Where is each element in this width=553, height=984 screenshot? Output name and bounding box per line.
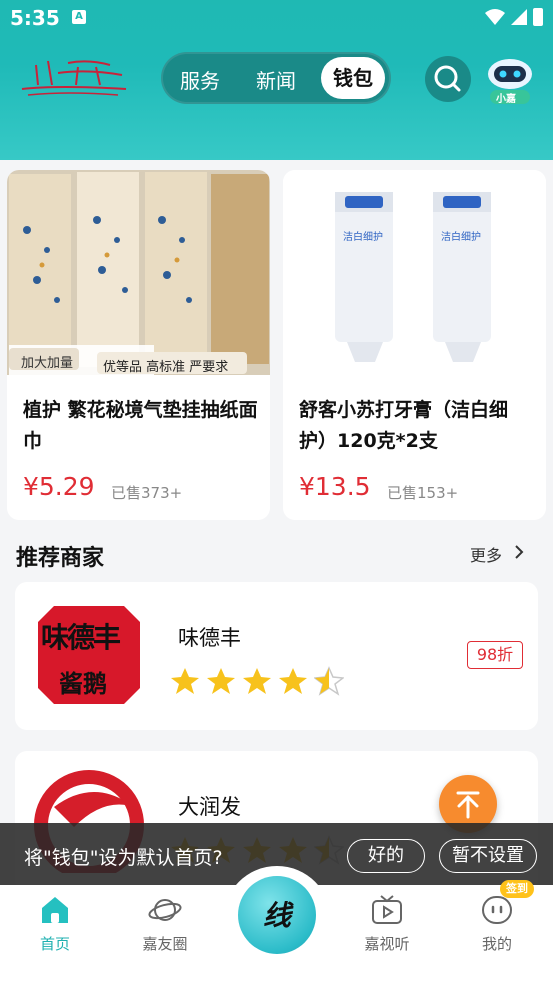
merchant-name: 味德丰 — [178, 626, 241, 650]
nav-label: 我的 — [481, 935, 512, 953]
more-link[interactable]: 更多 — [470, 542, 502, 566]
product-sold: 已售373+ — [111, 484, 183, 502]
discount-badge: 98折 — [467, 641, 523, 669]
star-icon — [207, 668, 235, 694]
notification-icon: A — [72, 10, 86, 24]
logo-graphic — [21, 60, 127, 96]
home-icon — [42, 897, 68, 923]
center-action-button[interactable]: 线 — [238, 876, 316, 954]
merchant-logo-text-bottom: 酱鹅 — [59, 670, 107, 698]
section-title: 推荐商家 — [16, 546, 105, 571]
center-logo: 线 — [262, 899, 291, 932]
planet-icon — [148, 899, 182, 921]
merchant-name: 大润发 — [178, 795, 241, 819]
tab-switcher: 服务 新闻 钱包 — [161, 52, 391, 104]
nav-label: 嘉视听 — [364, 935, 410, 953]
toothpaste-label-left: 洁白细护 — [343, 232, 383, 243]
face-icon — [482, 896, 512, 924]
assistant-button[interactable]: 小嘉 — [484, 54, 536, 106]
nav-label: 首页 — [39, 935, 70, 953]
product-tag-bigger: 加大加量 — [21, 356, 74, 371]
nav-video[interactable]: 嘉视听 — [347, 893, 427, 954]
nav-friends[interactable]: 嘉友圈 — [125, 893, 205, 954]
merchant-card[interactable]: 味德丰 酱鹅 味德丰 98折 — [15, 582, 538, 730]
product-card[interactable]: 洁白细护 洁白细护 舒客小苏打牙膏（洁白细护）120克*2支 ¥13.5 已售1… — [283, 170, 546, 520]
product-image-toothpaste — [283, 170, 546, 375]
product-price: ¥5.29 — [23, 472, 95, 501]
status-icons — [485, 8, 543, 26]
nav-label: 嘉友圈 — [142, 935, 188, 953]
confirm-button[interactable]: 好的 — [347, 839, 425, 873]
nav-home[interactable]: 首页 — [15, 893, 95, 954]
prompt-message: 将"钱包"设为默认首页? — [24, 847, 223, 869]
tab-service[interactable]: 服务 — [180, 65, 220, 94]
product-tag-quality: 优等品 高标准 严要求 — [103, 360, 229, 375]
tab-wallet[interactable]: 钱包 — [321, 57, 385, 99]
star-icon — [279, 668, 307, 694]
nav-mine[interactable]: 我的 — [457, 893, 537, 954]
product-image-tissue — [7, 170, 270, 375]
chevron-right-icon[interactable] — [512, 542, 526, 562]
header: 5:35 A 服务 新闻 钱包 小嘉 — [0, 0, 553, 160]
product-title: 植护 繁花秘境气垫挂抽纸面巾 — [23, 399, 258, 452]
assistant-label: 小嘉 — [496, 94, 516, 105]
star-icon — [171, 668, 199, 694]
product-price: ¥13.5 — [299, 472, 371, 501]
checkin-badge[interactable]: 签到 — [500, 880, 534, 898]
product-sold: 已售153+ — [387, 484, 459, 502]
search-icon — [434, 65, 461, 92]
tv-icon — [372, 895, 402, 924]
wifi-icon — [485, 9, 505, 25]
signal-icon — [511, 9, 527, 25]
app-logo[interactable] — [18, 55, 130, 101]
toothpaste-label-right: 洁白细护 — [441, 232, 481, 243]
status-time: 5:35 — [10, 6, 60, 30]
rating-stars — [170, 666, 344, 696]
product-card[interactable]: 加大加量 优等品 高标准 严要求 植护 繁花秘境气垫挂抽纸面巾 ¥5.29 已售… — [7, 170, 270, 520]
search-button[interactable] — [425, 56, 471, 102]
battery-icon — [533, 8, 543, 26]
decline-button[interactable]: 暂不设置 — [439, 839, 537, 873]
star-icon — [243, 668, 271, 694]
status-bar: 5:35 A — [0, 0, 553, 36]
merchant-logo-text-top: 味德丰 — [41, 621, 121, 654]
product-title: 舒客小苏打牙膏（洁白细护）120克*2支 — [299, 399, 509, 452]
half-star-icon — [314, 666, 344, 696]
tab-news[interactable]: 新闻 — [256, 65, 296, 94]
